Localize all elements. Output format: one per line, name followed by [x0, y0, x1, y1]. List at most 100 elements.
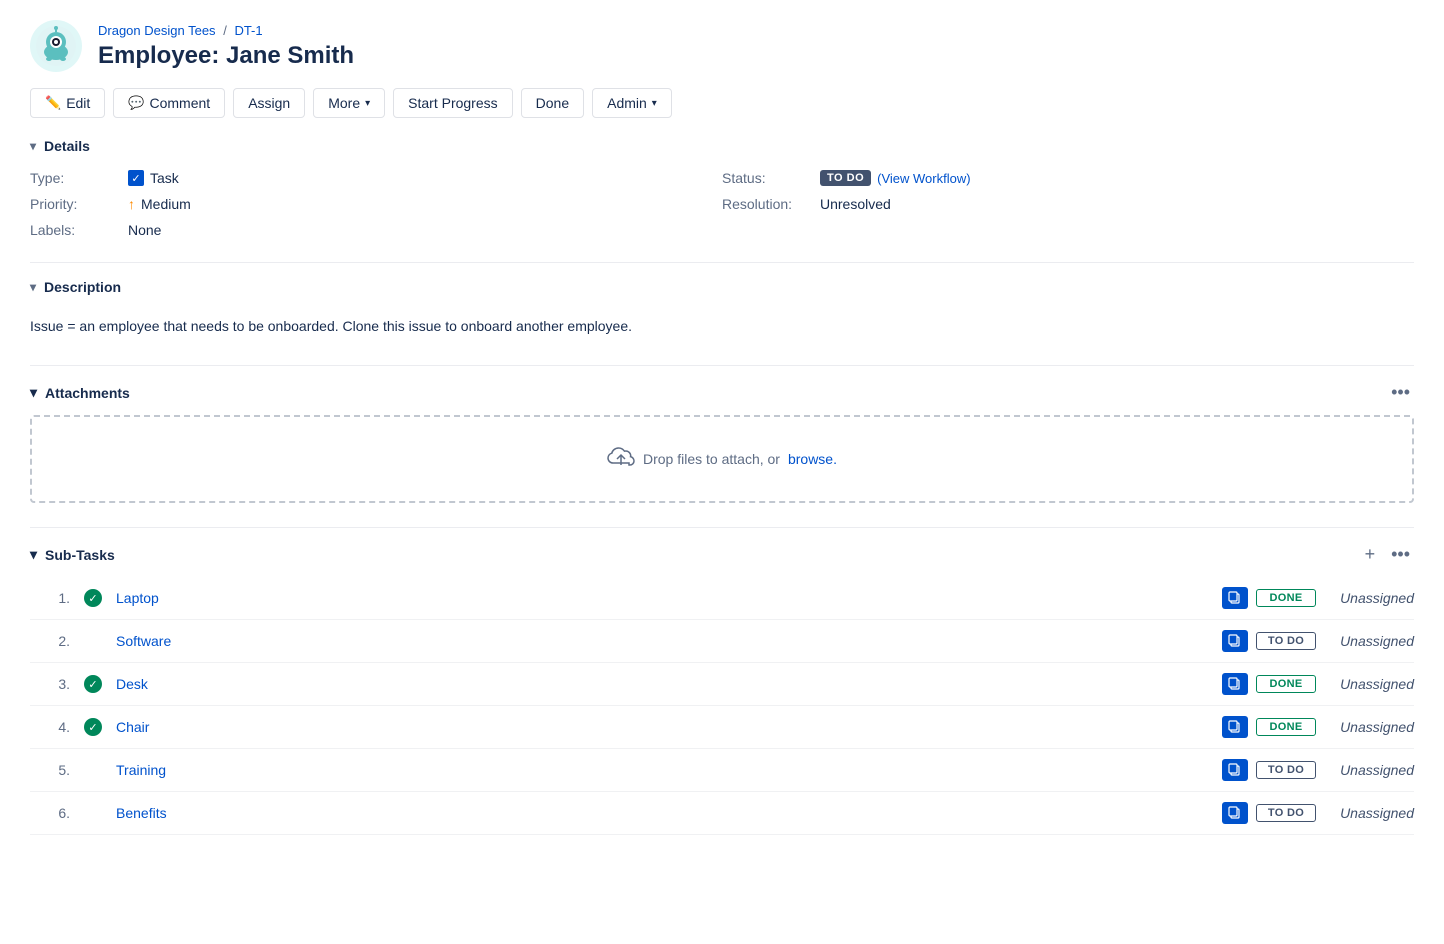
admin-button[interactable]: Admin ▾	[592, 88, 672, 118]
priority-value: ↑ Medium	[128, 196, 191, 212]
subtask-name-link[interactable]: Chair	[116, 719, 1214, 735]
empty-status-icon	[84, 632, 102, 650]
start-progress-button[interactable]: Start Progress	[393, 88, 512, 118]
subtasks-heading: Sub-Tasks	[45, 547, 115, 563]
subtask-name-link[interactable]: Desk	[116, 676, 1214, 692]
details-heading: Details	[44, 138, 90, 154]
status-value: TO DO (View Workflow)	[820, 170, 971, 186]
description-heading: Description	[44, 279, 121, 295]
subtask-row: 6. Benefits TO DO Unassigned	[30, 792, 1414, 835]
attachments-chevron[interactable]: ▾	[30, 384, 37, 401]
subtask-status-badge[interactable]: DONE	[1256, 718, 1316, 736]
resolution-label: Resolution:	[722, 196, 812, 212]
subtask-name-link[interactable]: Software	[116, 633, 1214, 649]
subtask-copy-icon[interactable]	[1222, 630, 1248, 652]
type-row: Type: ✓ Task	[30, 170, 722, 186]
subtask-row: 5. Training TO DO Unassigned	[30, 749, 1414, 792]
subtask-number: 4.	[30, 719, 70, 735]
subtask-assignee[interactable]: Unassigned	[1324, 762, 1414, 778]
subtask-status-badge[interactable]: TO DO	[1256, 632, 1316, 650]
empty-status-icon	[84, 804, 102, 822]
edit-button[interactable]: ✏️ Edit	[30, 88, 105, 118]
status-row: Status: TO DO (View Workflow)	[722, 170, 1414, 186]
subtask-row: 4. ✓ Chair DONE Unassigned	[30, 706, 1414, 749]
subtask-status-badge[interactable]: TO DO	[1256, 761, 1316, 779]
resolution-row: Resolution: Unresolved	[722, 196, 1414, 212]
details-section: ▾ Details Type: ✓ Task Priority: ↑ Mediu…	[30, 138, 1414, 238]
toolbar: ✏️ Edit 💬 Comment Assign More ▾ Start Pr…	[30, 88, 1414, 118]
task-checkbox-icon: ✓	[128, 170, 144, 186]
subtask-assignee[interactable]: Unassigned	[1324, 719, 1414, 735]
subtask-copy-icon[interactable]	[1222, 802, 1248, 824]
subtask-name-link[interactable]: Training	[116, 762, 1214, 778]
done-checkmark-icon: ✓	[84, 718, 102, 736]
subtask-status-badge[interactable]: DONE	[1256, 589, 1316, 607]
subtask-assignee[interactable]: Unassigned	[1324, 805, 1414, 821]
subtask-number: 2.	[30, 633, 70, 649]
subtask-assignee[interactable]: Unassigned	[1324, 676, 1414, 692]
subtasks-chevron[interactable]: ▾	[30, 546, 37, 563]
attachments-more-button[interactable]: •••	[1387, 382, 1414, 403]
subtask-assignee[interactable]: Unassigned	[1324, 633, 1414, 649]
subtask-done-icon	[78, 632, 108, 650]
attachments-section: ▾ Attachments ••• Drop files to attach, …	[30, 382, 1414, 503]
comment-icon: 💬	[128, 95, 144, 111]
description-chevron[interactable]: ▾	[30, 280, 36, 294]
file-drop-zone[interactable]: Drop files to attach, or browse.	[30, 415, 1414, 503]
type-value: ✓ Task	[128, 170, 179, 186]
drop-zone-text: Drop files to attach, or	[643, 451, 780, 467]
subtask-name-link[interactable]: Benefits	[116, 805, 1214, 821]
more-button[interactable]: More ▾	[313, 88, 385, 118]
subtask-name-link[interactable]: Laptop	[116, 590, 1214, 606]
status-label: Status:	[722, 170, 812, 186]
breadcrumb-issue[interactable]: DT-1	[234, 23, 262, 38]
breadcrumb: Dragon Design Tees / DT-1	[98, 23, 354, 38]
subtask-assignee[interactable]: Unassigned	[1324, 590, 1414, 606]
subtask-done-icon: ✓	[78, 718, 108, 736]
status-badge[interactable]: TO DO	[820, 170, 871, 186]
description-section: ▾ Description Issue = an employee that n…	[30, 279, 1414, 341]
project-logo	[30, 20, 82, 72]
subtask-number: 1.	[30, 590, 70, 606]
resolution-value: Unresolved	[820, 196, 891, 212]
breadcrumb-separator: /	[223, 23, 227, 38]
subtasks-more-button[interactable]: •••	[1387, 544, 1414, 565]
subtask-number: 6.	[30, 805, 70, 821]
chevron-down-icon: ▾	[365, 98, 370, 109]
subtask-row: 2. Software TO DO Unassigned	[30, 620, 1414, 663]
subtasks-list: 1. ✓ Laptop DONE Unassigned 2. Software TO DO Un…	[30, 577, 1414, 835]
chevron-down-icon-admin: ▾	[652, 98, 657, 109]
subtask-row: 1. ✓ Laptop DONE Unassigned	[30, 577, 1414, 620]
breadcrumb-project[interactable]: Dragon Design Tees	[98, 23, 216, 38]
labels-label: Labels:	[30, 222, 120, 238]
priority-row: Priority: ↑ Medium	[30, 196, 722, 212]
done-button[interactable]: Done	[521, 88, 584, 118]
subtask-number: 5.	[30, 762, 70, 778]
subtask-row: 3.✓DeskDONEUnassigned	[30, 663, 1414, 706]
browse-link[interactable]: browse.	[788, 451, 837, 467]
labels-row: Labels: None	[30, 222, 722, 238]
subtask-done-icon: ✓	[78, 589, 108, 607]
subtask-copy-icon[interactable]	[1222, 673, 1248, 695]
details-chevron[interactable]: ▾	[30, 139, 36, 153]
subtask-copy-icon[interactable]	[1222, 587, 1248, 609]
subtask-done-icon: ✓	[78, 675, 108, 693]
edit-icon: ✏️	[45, 95, 61, 111]
type-label: Type:	[30, 170, 120, 186]
comment-button[interactable]: 💬 Comment	[113, 88, 225, 118]
subtasks-add-button[interactable]: +	[1361, 544, 1380, 565]
subtask-done-icon	[78, 804, 108, 822]
subtask-status-badge[interactable]: TO DO	[1256, 804, 1316, 822]
view-workflow-link[interactable]: (View Workflow)	[877, 171, 970, 186]
upload-cloud-icon	[607, 445, 635, 473]
subtask-done-icon	[78, 761, 108, 779]
priority-label: Priority:	[30, 196, 120, 212]
attachments-heading: Attachments	[45, 385, 130, 401]
assign-button[interactable]: Assign	[233, 88, 305, 118]
subtask-copy-icon[interactable]	[1222, 759, 1248, 781]
subtask-copy-icon[interactable]	[1222, 716, 1248, 738]
done-checkmark-icon: ✓	[84, 675, 102, 693]
subtask-status-badge[interactable]: DONE	[1256, 675, 1316, 693]
subtasks-section: ▾ Sub-Tasks + ••• 1. ✓ Laptop DONE Unassigne…	[30, 544, 1414, 835]
description-text: Issue = an employee that needs to be onb…	[30, 311, 1414, 341]
